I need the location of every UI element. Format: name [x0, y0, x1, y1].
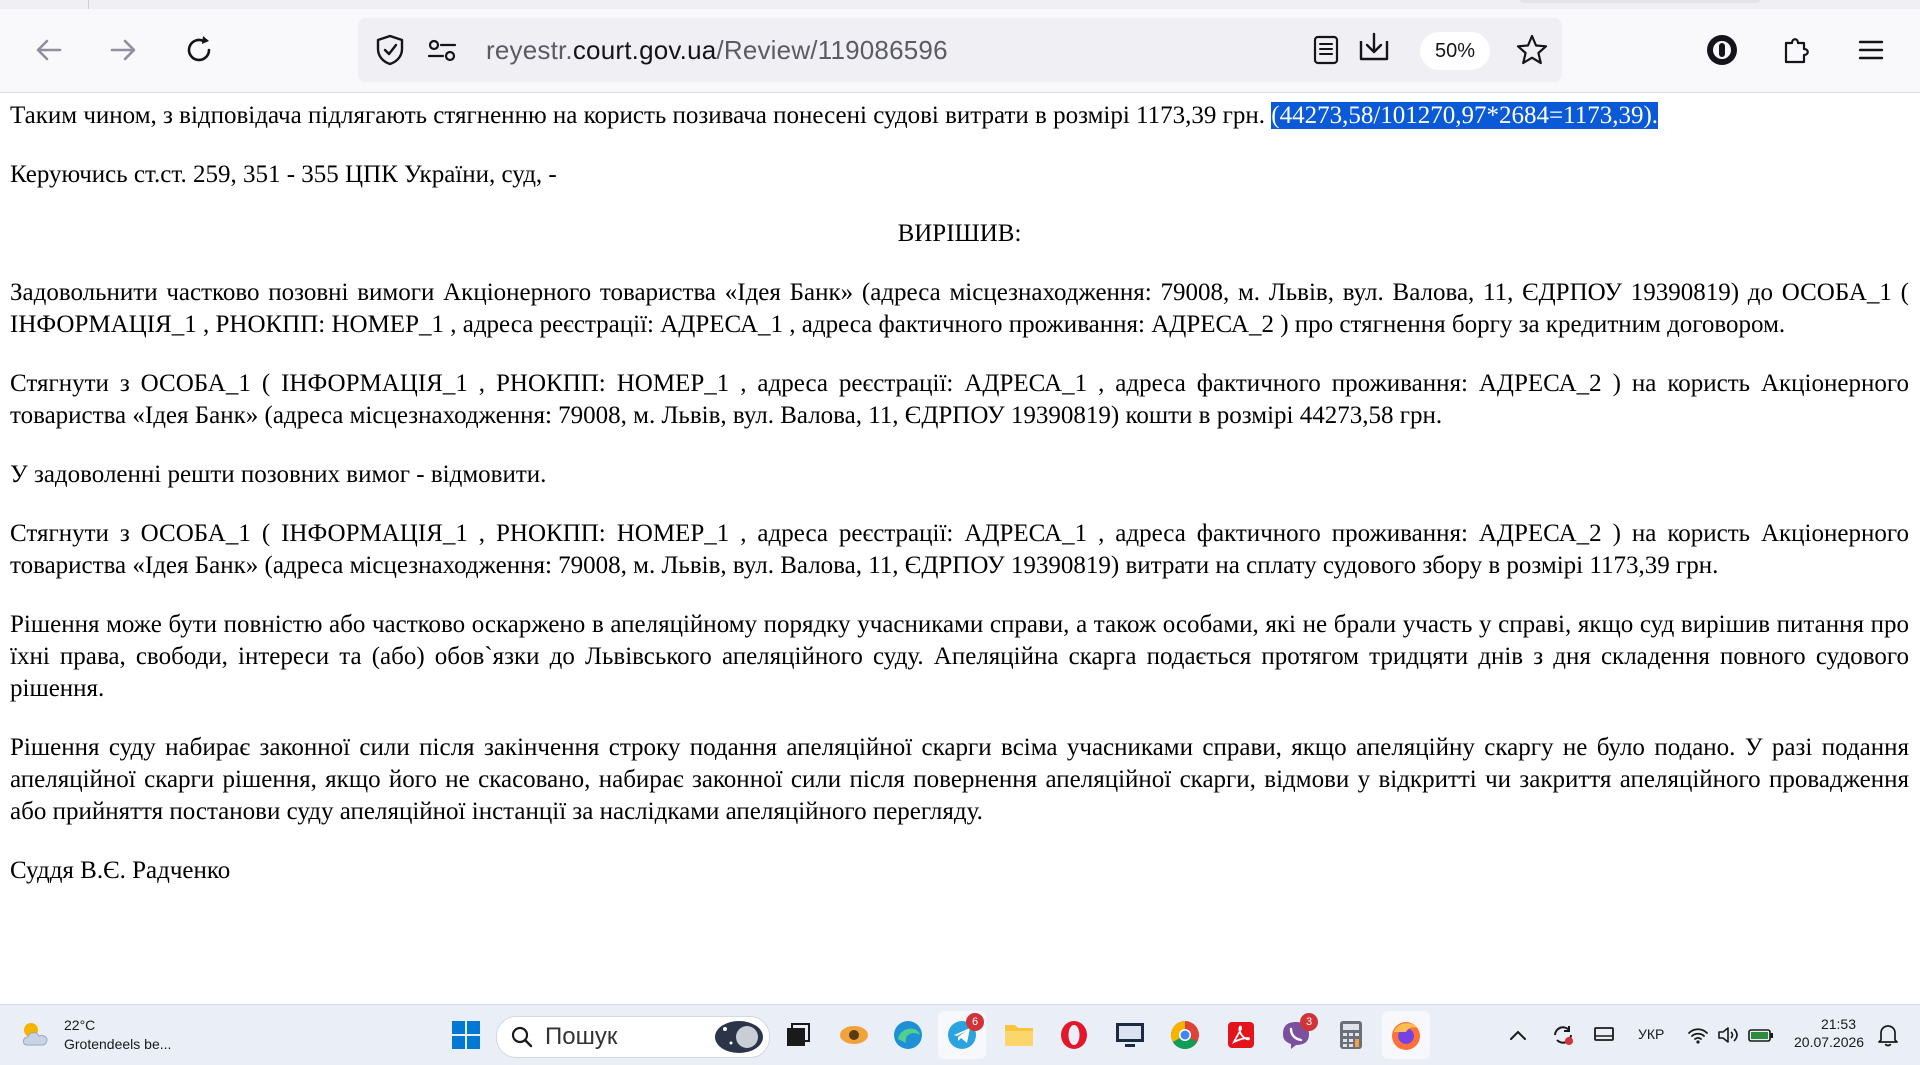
clock-date: 20.07.2026	[1794, 1034, 1865, 1050]
search-label: Пошук	[545, 1023, 618, 1050]
url-prefix: reyestr.	[486, 35, 573, 65]
viber-notification-badge: 3	[1300, 1013, 1318, 1031]
tab-divider	[88, 0, 89, 9]
url-path: /Review/119086596	[716, 35, 948, 65]
pdf-reader-icon	[1228, 1022, 1254, 1048]
puzzle-piece-icon	[1784, 38, 1809, 64]
task-view-button[interactable]	[778, 1015, 818, 1055]
install-page-button[interactable]	[1352, 26, 1396, 70]
remote-desktop-icon	[1116, 1023, 1144, 1047]
taskbar-app-chrome[interactable]	[1165, 1015, 1205, 1055]
sync-icon	[1554, 1026, 1573, 1045]
bookmark-button[interactable]	[1510, 28, 1554, 72]
battery-charging-icon	[1748, 1029, 1773, 1042]
calculator-icon	[1340, 1021, 1362, 1049]
eye-app-icon	[840, 1026, 868, 1044]
input-language-button[interactable]: УКР	[1638, 1026, 1664, 1042]
vpn-extension-button[interactable]	[1700, 28, 1744, 72]
windows-taskbar: 22°C Grotendeels be... Пошук 6 3 УКР 21:…	[0, 1004, 1920, 1065]
clock-time: 21:53	[1820, 1016, 1856, 1032]
taskbar-app-calculator[interactable]	[1331, 1015, 1371, 1055]
back-button[interactable]	[27, 28, 71, 72]
reload-icon	[187, 36, 211, 62]
taskbar-app-opera[interactable]	[1054, 1015, 1094, 1055]
site-permissions-button[interactable]	[420, 28, 464, 72]
taskbar-app-telegram[interactable]: 6	[938, 1011, 986, 1059]
forward-button[interactable]	[101, 28, 145, 72]
active-tab-edge[interactable]	[1520, 0, 1760, 3]
chevron-up-icon	[1510, 1030, 1526, 1040]
paragraph-refuse-rest: У задоволенні решти позовних вимог - від…	[10, 461, 547, 488]
star-icon	[1516, 34, 1548, 65]
bell-icon	[1878, 1025, 1898, 1047]
app-menu-button[interactable]	[1849, 28, 1893, 72]
permissions-icon	[427, 39, 457, 62]
zoom-level-button[interactable]: 50%	[1420, 32, 1490, 70]
taskbar-app-remote[interactable]	[1110, 1015, 1150, 1055]
tab-strip	[0, 0, 1920, 9]
download-tray-icon	[1359, 32, 1389, 61]
selected-text[interactable]: (44273,58/101270,97*2684=1173,39).	[1271, 102, 1659, 129]
clock[interactable]: 21:53 20.07.2026	[1794, 1015, 1865, 1051]
url-text[interactable]: reyestr.court.gov.ua/Review/119086596	[486, 18, 948, 82]
notification-center-button[interactable]	[1870, 1015, 1906, 1055]
task-view-icon	[787, 1023, 810, 1046]
sync-tray-button[interactable]	[1548, 1015, 1578, 1055]
court-decision-text: Таким чином, з відповідача підлягають ст…	[10, 100, 1909, 914]
edge-browser-icon	[894, 1021, 922, 1049]
show-hidden-icons-button[interactable]	[1504, 1015, 1532, 1055]
taskbar-app-file-explorer[interactable]	[999, 1015, 1039, 1055]
paragraph-legal-force: Рішення суду набирає законної сили після…	[10, 734, 1909, 825]
paragraph-recover-fee: Стягнути з ОСОБА_1 ( ІНФОРМАЦІЯ_1 , РНОК…	[10, 520, 1909, 579]
address-bar[interactable]: reyestr.court.gov.ua/Review/119086596 50…	[358, 18, 1562, 82]
arrow-left-icon	[36, 39, 62, 61]
taskbar-app-firefox[interactable]	[1382, 1011, 1430, 1059]
hamburger-menu-icon	[1858, 40, 1884, 60]
reader-view-button[interactable]	[1304, 28, 1348, 72]
weather-text: 22°C Grotendeels be...	[64, 1016, 171, 1054]
opera-icon	[1061, 1021, 1087, 1049]
arrow-right-icon	[110, 39, 136, 61]
reload-button[interactable]	[177, 28, 221, 72]
taskbar-app-viber[interactable]: 3	[1276, 1013, 1318, 1055]
telegram-notification-badge: 6	[966, 1013, 984, 1031]
partly-cloudy-icon	[22, 1023, 48, 1046]
volume-button[interactable]	[1714, 1015, 1742, 1055]
costs-text: Таким чином, з відповідача підлягають ст…	[10, 102, 1272, 129]
search-icon	[511, 1026, 533, 1048]
speaker-icon	[1718, 1027, 1738, 1043]
url-host: court.gov.ua	[572, 35, 717, 65]
chrome-icon	[1171, 1021, 1199, 1049]
network-button[interactable]	[1684, 1015, 1712, 1055]
decision-heading: ВИРІШИВ:	[897, 220, 1022, 247]
wifi-icon	[1688, 1028, 1708, 1044]
judge-signature: Суддя В.Є. Радченко	[10, 857, 231, 884]
weather-widget[interactable]: 22°C Grotendeels be...	[18, 1015, 171, 1055]
taskbar-search-box[interactable]: Пошук	[496, 1016, 770, 1058]
extensions-button[interactable]	[1775, 28, 1819, 72]
taskbar-app-eye[interactable]	[834, 1015, 874, 1055]
paragraph-legal-basis: Керуючись ст.ст. 259, 351 - 355 ЦПК Укра…	[10, 161, 557, 188]
display-tray-button[interactable]	[1589, 1015, 1619, 1055]
shield-icon	[376, 34, 404, 66]
taskbar-app-acrobat[interactable]	[1221, 1015, 1261, 1055]
paragraph-costs: Таким чином, з відповідача підлягають ст…	[10, 100, 1909, 132]
search-highlight-icon	[715, 1021, 763, 1053]
weather-temp: 22°C	[64, 1017, 96, 1033]
reader-view-icon	[1313, 35, 1339, 65]
folder-icon	[1005, 1025, 1033, 1046]
paragraph-satisfy-claim: Задовольнити частково позовні вимоги Акц…	[10, 279, 1909, 338]
tracking-protection-button[interactable]	[368, 28, 412, 72]
firefox-icon	[1392, 1022, 1420, 1050]
privacy-extension-icon	[1707, 35, 1737, 65]
navigation-toolbar: reyestr.court.gov.ua/Review/119086596 50…	[0, 9, 1920, 93]
paragraph-recover-debt: Стягнути з ОСОБА_1 ( ІНФОРМАЦІЯ_1 , РНОК…	[10, 370, 1909, 429]
windows-logo-icon	[452, 1021, 480, 1049]
monitor-icon	[1594, 1027, 1614, 1041]
start-button[interactable]	[446, 1015, 486, 1055]
weather-description: Grotendeels be...	[64, 1036, 172, 1052]
paragraph-appeal: Рішення може бути повністю або частково …	[10, 611, 1909, 702]
battery-button[interactable]	[1746, 1015, 1776, 1055]
taskbar-app-edge[interactable]	[888, 1015, 928, 1055]
